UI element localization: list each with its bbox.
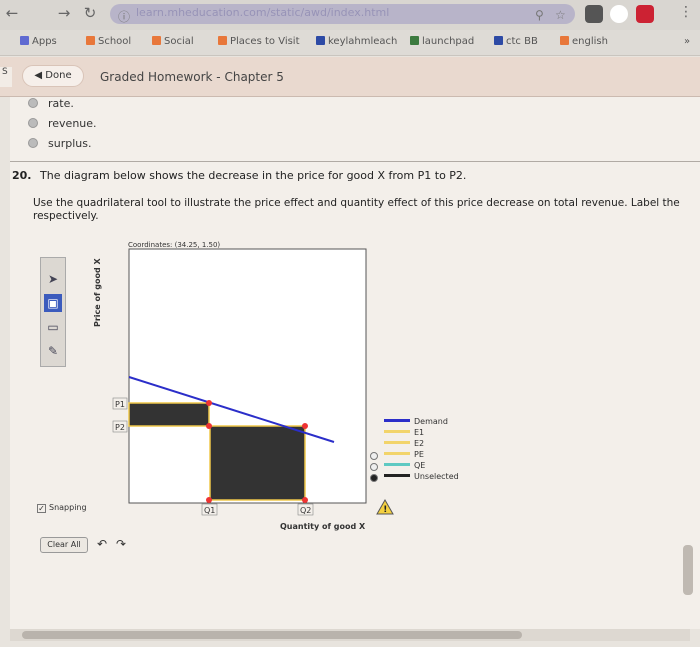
back-icon[interactable]: ←: [2, 4, 22, 22]
coordinates-readout: Coordinates: (34.25, 1.50): [128, 241, 220, 249]
legend-swatch: [384, 463, 410, 466]
svg-text:!: !: [383, 505, 387, 515]
legend-swatch: [384, 419, 410, 422]
done-button[interactable]: ◀ Done: [22, 65, 84, 87]
legend-e1[interactable]: E1: [384, 428, 424, 437]
vertex-handle[interactable]: [206, 497, 212, 503]
bookmark-keylahmleach[interactable]: keylahmleach: [316, 36, 397, 47]
p1-label: P1: [115, 400, 125, 409]
bookmark-english[interactable]: english: [560, 36, 608, 47]
snapping-toggle[interactable]: ✓ Snapping: [37, 503, 87, 513]
legend-swatch: [384, 452, 410, 455]
clear-all-button[interactable]: Clear All: [40, 537, 88, 553]
zoom-icon[interactable]: ⚲: [535, 8, 544, 22]
site-icon: [494, 36, 503, 45]
legend-swatch: [384, 441, 410, 444]
vertex-handle[interactable]: [302, 497, 308, 503]
folder-icon: [560, 36, 569, 45]
undo-icon[interactable]: ↶: [95, 537, 109, 551]
folder-icon: [86, 36, 95, 45]
reload-icon[interactable]: ↻: [80, 4, 100, 22]
radio-button[interactable]: [370, 474, 378, 482]
price-effect-shape[interactable]: [128, 402, 210, 427]
question-area: rate. revenue. surplus. 20. The diagram …: [10, 97, 700, 629]
apps-grid-icon: [20, 36, 29, 45]
site-icon: [316, 36, 325, 45]
bookmarks-bar: Apps School Social Places to Visit keyla…: [0, 30, 700, 56]
forward-icon[interactable]: →: [54, 4, 74, 22]
x-axis-label: Quantity of good X: [280, 522, 366, 531]
vertex-handle[interactable]: [302, 423, 308, 429]
url-text: learn.mheducation.com/static/awd/index.h…: [136, 6, 390, 19]
scrollbar-thumb[interactable]: [22, 631, 522, 639]
legend-e2[interactable]: E2: [384, 439, 424, 448]
assignment-header: S ◀ Done Graded Homework - Chapter 5: [0, 57, 700, 97]
horizontal-scrollbar[interactable]: [10, 629, 690, 641]
legend-qe[interactable]: QE: [384, 461, 425, 470]
legend-demand[interactable]: Demand: [384, 417, 448, 426]
bookmark-launchpad[interactable]: launchpad: [410, 36, 474, 47]
bookmark-ctc-bb[interactable]: ctc BB: [494, 36, 538, 47]
radio-button[interactable]: [370, 463, 378, 471]
legend-unselected[interactable]: Unselected: [384, 472, 459, 481]
folder-icon: [152, 36, 161, 45]
browser-toolbar: ← → ↻ ⓘ learn.mheducation.com/static/awd…: [0, 0, 700, 30]
extension-icon[interactable]: [610, 5, 628, 23]
legend-swatch: [384, 474, 410, 477]
bookmark-apps[interactable]: Apps: [20, 36, 57, 47]
site-info-icon[interactable]: ⓘ: [118, 8, 130, 24]
legend-swatch: [384, 430, 410, 433]
p2-label: P2: [115, 423, 125, 432]
bookmark-star-icon[interactable]: ☆: [555, 8, 566, 22]
checkbox-checked-icon[interactable]: ✓: [37, 504, 46, 513]
redo-icon[interactable]: ↷: [114, 537, 128, 551]
y-axis-label: Price of good X: [93, 258, 102, 327]
folder-icon: [218, 36, 227, 45]
radio-button[interactable]: [370, 452, 378, 460]
extension-icon[interactable]: [636, 5, 654, 23]
site-icon: [410, 36, 419, 45]
q2-label: Q2: [300, 506, 311, 515]
bookmarks-overflow[interactable]: »: [684, 36, 690, 47]
q1-label: Q1: [204, 506, 215, 515]
bookmark-places[interactable]: Places to Visit: [218, 36, 300, 47]
back-arrow-icon: ◀: [34, 70, 46, 81]
bookmark-school[interactable]: School: [86, 36, 131, 47]
warning-icon[interactable]: !: [376, 499, 394, 515]
quantity-effect-shape[interactable]: [209, 425, 306, 501]
side-tab[interactable]: S: [0, 67, 12, 87]
vertex-handle[interactable]: [206, 400, 212, 406]
legend-pe[interactable]: PE: [384, 450, 424, 459]
extension-icon[interactable]: [585, 5, 603, 23]
vertex-handle[interactable]: [206, 423, 212, 429]
page-title: Graded Homework - Chapter 5: [100, 70, 284, 84]
bookmark-social[interactable]: Social: [152, 36, 194, 47]
vertical-scrollbar[interactable]: [683, 545, 693, 595]
menu-kebab-icon[interactable]: ⋮: [676, 4, 696, 20]
address-bar[interactable]: ⓘ learn.mheducation.com/static/awd/index…: [110, 4, 575, 24]
